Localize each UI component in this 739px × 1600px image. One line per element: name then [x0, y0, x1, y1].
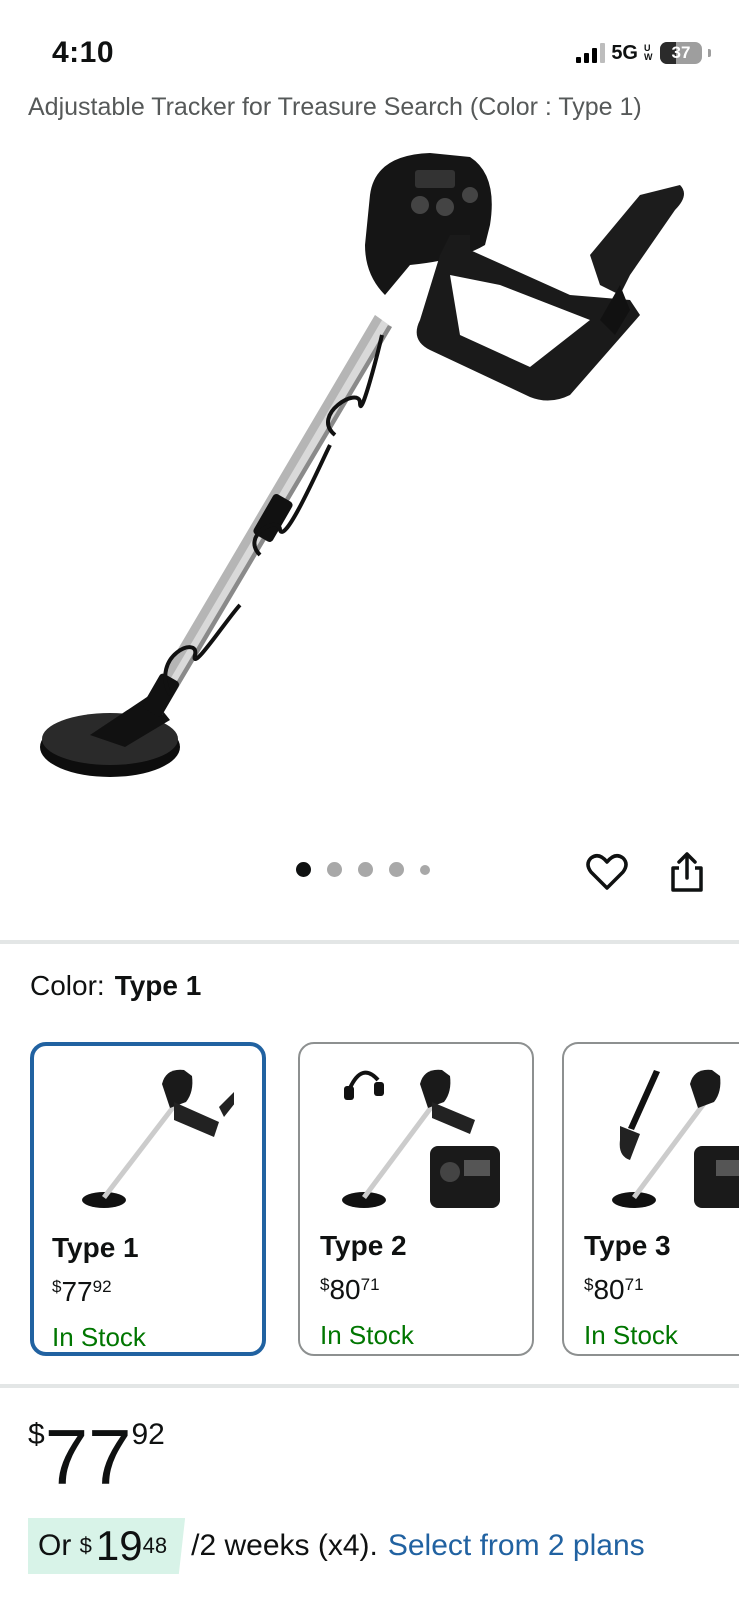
- variant-price: $8071: [584, 1274, 644, 1305]
- carousel-dot[interactable]: [358, 862, 373, 877]
- variant-card-type-2[interactable]: Type 2 $8071 In Stock: [298, 1042, 534, 1356]
- signal-icon: [576, 43, 606, 63]
- variant-name: Type 2: [320, 1230, 407, 1261]
- product-title[interactable]: Adjustable Tracker for Treasure Search (…: [28, 93, 718, 122]
- image-carousel-dots[interactable]: [296, 862, 430, 877]
- variant-card-type-3[interactable]: Type 3 $8071 In Stock: [562, 1042, 739, 1356]
- variant-price: $8071: [320, 1274, 380, 1305]
- network-sub-label: UW: [644, 43, 653, 62]
- section-divider: [0, 940, 739, 944]
- share-icon: [671, 852, 703, 892]
- variant-stock: In Stock: [320, 1320, 414, 1350]
- installment-offer: Or $19 48 /2 weeks (x4). Select from 2 pl…: [28, 1518, 645, 1574]
- share-button[interactable]: [665, 850, 709, 894]
- price-cents: 92: [131, 1418, 165, 1451]
- network-label: 5G: [611, 41, 638, 64]
- section-divider: [0, 1384, 739, 1388]
- carousel-dot[interactable]: [389, 862, 404, 877]
- product-image[interactable]: [30, 135, 710, 815]
- battery-icon: 37: [660, 42, 702, 64]
- carousel-dot[interactable]: [420, 864, 430, 875]
- carousel-dot[interactable]: [296, 862, 311, 877]
- wishlist-button[interactable]: [585, 850, 629, 894]
- battery-level: 37: [671, 43, 691, 62]
- price-whole: 77: [44, 1413, 132, 1501]
- variant-price: $7792: [52, 1276, 112, 1307]
- variant-stock: In Stock: [584, 1320, 678, 1350]
- status-bar: 4:10 5G UW 37: [0, 0, 739, 90]
- status-icons: 5G UW 37: [576, 40, 711, 66]
- variant-name: Type 3: [584, 1230, 671, 1261]
- variant-thumbnail: [612, 1069, 739, 1208]
- variant-name: Type 1: [52, 1232, 139, 1263]
- status-time: 4:10: [52, 36, 115, 69]
- color-selector-label: Color: Type 1: [30, 970, 201, 1002]
- variant-thumbnail: [82, 1069, 234, 1208]
- carousel-dot[interactable]: [327, 862, 342, 877]
- variant-card-type-1[interactable]: Type 1 $7792 In Stock: [30, 1042, 266, 1356]
- price-currency: $: [28, 1418, 45, 1451]
- variant-stock: In Stock: [52, 1322, 146, 1352]
- heart-icon: [586, 854, 628, 890]
- installment-period: /2 weeks (x4).: [191, 1529, 378, 1562]
- variant-thumbnail: [342, 1069, 500, 1208]
- installment-price-badge: Or $19 48: [28, 1518, 186, 1574]
- color-label-text: Color:: [30, 970, 105, 1001]
- main-price: $7792: [28, 1418, 165, 1496]
- color-selected-value: Type 1: [114, 970, 202, 1001]
- battery-tip: [708, 49, 711, 57]
- select-plans-link[interactable]: Select from 2 plans: [388, 1529, 645, 1563]
